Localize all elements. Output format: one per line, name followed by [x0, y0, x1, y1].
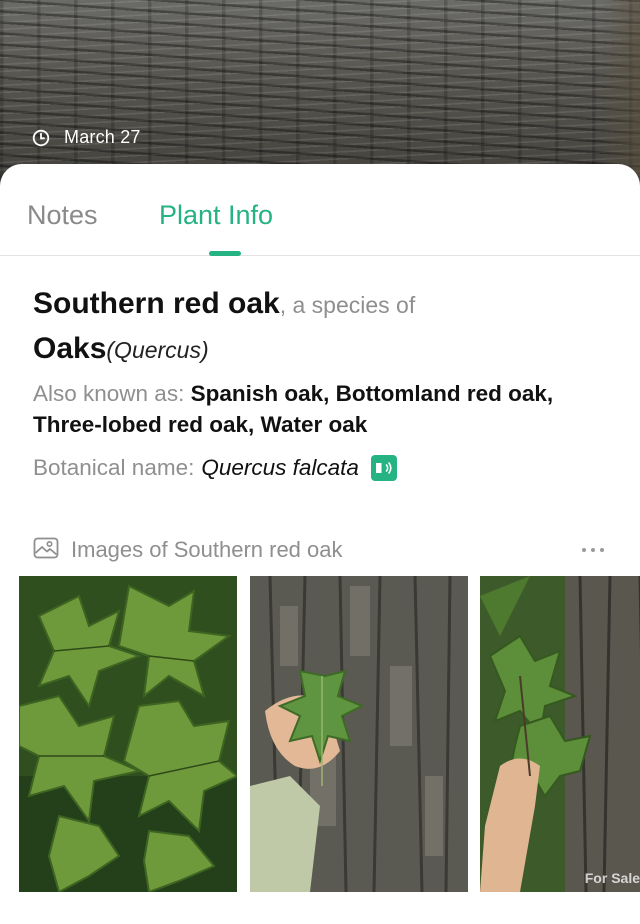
- oak-leaves-photo[interactable]: [19, 576, 237, 892]
- hand-leaf-bark-photo[interactable]: [250, 576, 468, 892]
- images-section-title: Images of Southern red oak: [71, 537, 343, 562]
- botanical-name-row: Botanical name: Quercus falcata: [33, 455, 397, 481]
- date-row: March 27: [32, 127, 141, 148]
- active-tab-indicator: [209, 251, 241, 256]
- image-gallery[interactable]: For Sale: [19, 576, 640, 892]
- images-section-header: Images of Southern red oak: [33, 535, 608, 565]
- tab-plant-info[interactable]: Plant Info: [159, 200, 273, 231]
- species-of-text: , a species of: [279, 292, 416, 318]
- botanical-label: Botanical name:: [33, 455, 195, 480]
- pronunciation-speaker-button[interactable]: [370, 455, 397, 481]
- image-gallery-icon: [33, 537, 59, 564]
- tab-bar: Notes Plant Info: [0, 164, 640, 256]
- also-known-as: Also known as: Spanish oak, Bottomland r…: [33, 378, 623, 440]
- botanical-name: Quercus falcata: [201, 455, 359, 480]
- hand-branch-trunk-photo[interactable]: For Sale: [480, 576, 640, 892]
- plant-common-name: Southern red oak: [33, 287, 280, 320]
- plant-info-sheet: Notes Plant Info Southern red oak, a spe…: [0, 164, 640, 924]
- tab-notes[interactable]: Notes: [27, 200, 98, 231]
- aka-label: Also known as:: [33, 381, 185, 406]
- genus-scientific-name: (Quercus): [106, 337, 209, 363]
- species-heading: Southern red oak, a species of Oaks(Quer…: [33, 284, 623, 374]
- photo-watermark: For Sale: [584, 870, 640, 886]
- genus-common-name[interactable]: Oaks: [33, 332, 106, 365]
- more-dots-icon[interactable]: [578, 542, 608, 558]
- speaker-icon: [375, 462, 392, 474]
- clock-icon: [32, 129, 50, 147]
- date-label: March 27: [64, 127, 141, 147]
